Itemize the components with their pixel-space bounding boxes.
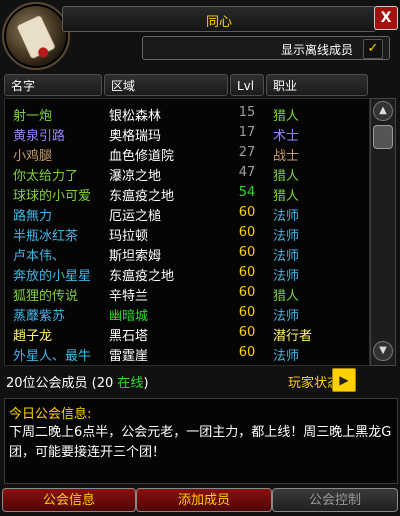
member-row[interactable]: 你太给力了 瀑凉之地 47 猎人 xyxy=(5,163,367,184)
member-row[interactable]: 狐狸的传说 辛特兰 60 猎人 xyxy=(5,283,367,304)
member-zone: 黑石塔 xyxy=(109,329,149,344)
member-name: 趙子龙 xyxy=(13,329,53,344)
member-name: 路無力 xyxy=(13,209,53,224)
motd-title: 今日公会信息: xyxy=(9,407,92,422)
close-button[interactable]: X xyxy=(374,6,398,30)
member-row[interactable]: 半瓶冰红茶 玛拉顿 60 法师 xyxy=(5,223,367,244)
scroll-up-button[interactable]: ▲ xyxy=(373,101,393,121)
member-row[interactable]: 射一炮 银松森林 15 猎人 xyxy=(5,103,367,124)
motd-text[interactable]: 下周二晚上6点半，公会元老，一团主力，都上线！周三晚上黑龙G团，可能要接连开三个… xyxy=(9,423,393,463)
guild-control-button: 公会控制 xyxy=(272,488,398,512)
member-level: 60 xyxy=(238,285,256,300)
member-name: 卢本伟、 xyxy=(13,249,66,264)
member-zone: 斯坦索姆 xyxy=(109,249,162,264)
scroll-down-button[interactable]: ▼ xyxy=(373,341,393,361)
member-name: 你太给力了 xyxy=(13,169,79,184)
player-state-arrow-button[interactable]: ▶ xyxy=(332,368,356,392)
member-name: 狐狸的传说 xyxy=(13,289,79,304)
member-row[interactable]: 卢本伟、 斯坦索姆 60 法师 xyxy=(5,243,367,264)
title-bar: 同心 xyxy=(62,6,376,32)
member-class: 猎人 xyxy=(273,109,300,124)
window-title: 同心 xyxy=(205,15,232,30)
member-count-online: 在线 xyxy=(117,376,144,391)
column-header-name[interactable]: 名字 xyxy=(4,74,102,96)
member-level: 60 xyxy=(238,245,256,260)
member-row[interactable]: 奔放的小星星 东瘟疫之地 60 法师 xyxy=(5,263,367,284)
member-zone: 奥格瑞玛 xyxy=(109,129,162,144)
member-class: 猎人 xyxy=(273,169,300,184)
column-header-level[interactable]: Lvl xyxy=(230,74,264,96)
member-name: 球球的小可爱 xyxy=(13,189,92,204)
member-level: 60 xyxy=(238,265,256,280)
member-name: 奔放的小星星 xyxy=(13,269,92,284)
member-name: 黄泉引路 xyxy=(13,129,66,144)
member-zone: 幽暗城 xyxy=(109,309,149,324)
show-offline-label: 显示离线成员 xyxy=(280,43,353,57)
member-class: 猎人 xyxy=(273,289,300,304)
member-row[interactable]: 趙子龙 黑石塔 60 潜行者 xyxy=(5,323,367,344)
member-zone: 瀑凉之地 xyxy=(109,169,162,184)
guild-window: 同心 X 显示离线成员 ✓ 名字 区域 Lvl 职业 射一炮 银松森林 15 猎人 黄泉… xyxy=(0,0,400,516)
member-class: 法师 xyxy=(273,249,300,264)
member-level: 47 xyxy=(238,165,256,180)
member-row[interactable]: 小鸡腿 血色修道院 27 战士 xyxy=(5,143,367,164)
member-class: 法师 xyxy=(273,229,300,244)
motd-panel: 今日公会信息: 下周二晚上6点半，公会元老，一团主力，都上线！周三晚上黑龙G团，… xyxy=(4,398,398,484)
member-level: 60 xyxy=(238,345,256,360)
member-level: 17 xyxy=(238,125,256,140)
member-level: 54 xyxy=(238,185,256,200)
column-header-class[interactable]: 职业 xyxy=(266,74,368,96)
scroll-icon xyxy=(15,13,57,61)
member-level: 60 xyxy=(238,305,256,320)
member-class: 猎人 xyxy=(273,189,300,204)
member-class: 潜行者 xyxy=(273,329,313,344)
member-zone: 东瘟疫之地 xyxy=(109,269,175,284)
add-member-button[interactable]: 添加成员 xyxy=(136,488,272,512)
member-class: 法师 xyxy=(273,269,300,284)
member-name: 半瓶冰红茶 xyxy=(13,229,79,244)
member-zone: 玛拉顿 xyxy=(109,229,149,244)
guild-emblem xyxy=(2,2,70,70)
show-offline-toggle[interactable]: 显示离线成员 ✓ xyxy=(142,36,390,60)
member-class: 战士 xyxy=(273,149,300,164)
member-name: 蒸蘼紫苏 xyxy=(13,309,66,324)
member-level: 60 xyxy=(238,225,256,240)
member-zone: 银松森林 xyxy=(109,109,162,124)
member-zone: 雷霆崖 xyxy=(109,349,149,364)
member-list: 射一炮 银松森林 15 猎人 黄泉引路 奥格瑞玛 17 术士 小鸡腿 血色修道院 27 战士 你太给力了… xyxy=(4,98,370,366)
member-zone: 辛特兰 xyxy=(109,289,149,304)
member-class: 术士 xyxy=(273,129,300,144)
scroll-thumb[interactable] xyxy=(373,125,393,149)
column-header-zone[interactable]: 区域 xyxy=(104,74,228,96)
member-name: 外星人、最牛 xyxy=(13,349,92,364)
checkmark-icon[interactable]: ✓ xyxy=(363,39,383,59)
member-name: 小鸡腿 xyxy=(13,149,53,164)
member-name: 射一炮 xyxy=(13,109,53,124)
guild-info-button[interactable]: 公会信息 xyxy=(2,488,136,512)
member-level: 27 xyxy=(238,145,256,160)
member-row[interactable]: 球球的小可爱 东瘟疫之地 54 猎人 xyxy=(5,183,367,204)
member-zone: 东瘟疫之地 xyxy=(109,189,175,204)
member-row[interactable]: 路無力 厄运之槌 60 法师 xyxy=(5,203,367,224)
member-level: 15 xyxy=(238,105,256,120)
member-zone: 血色修道院 xyxy=(109,149,175,164)
member-count: 20位公会成员 (20 在线) xyxy=(6,372,149,391)
member-count-prefix: 20位公会成员 (20 xyxy=(6,376,118,391)
member-class: 法师 xyxy=(273,209,300,224)
member-level: 60 xyxy=(238,325,256,340)
member-row[interactable]: 蒸蘼紫苏 幽暗城 60 法师 xyxy=(5,303,367,324)
member-zone: 厄运之槌 xyxy=(109,209,162,224)
scrollbar[interactable]: ▲ ▼ xyxy=(370,98,396,366)
member-class: 法师 xyxy=(273,349,300,364)
member-class: 法师 xyxy=(273,309,300,324)
member-level: 60 xyxy=(238,205,256,220)
member-row[interactable]: 外星人、最牛 雷霆崖 60 法师 xyxy=(5,343,367,364)
member-row[interactable]: 黄泉引路 奥格瑞玛 17 术士 xyxy=(5,123,367,144)
member-count-suffix: ) xyxy=(143,376,149,391)
